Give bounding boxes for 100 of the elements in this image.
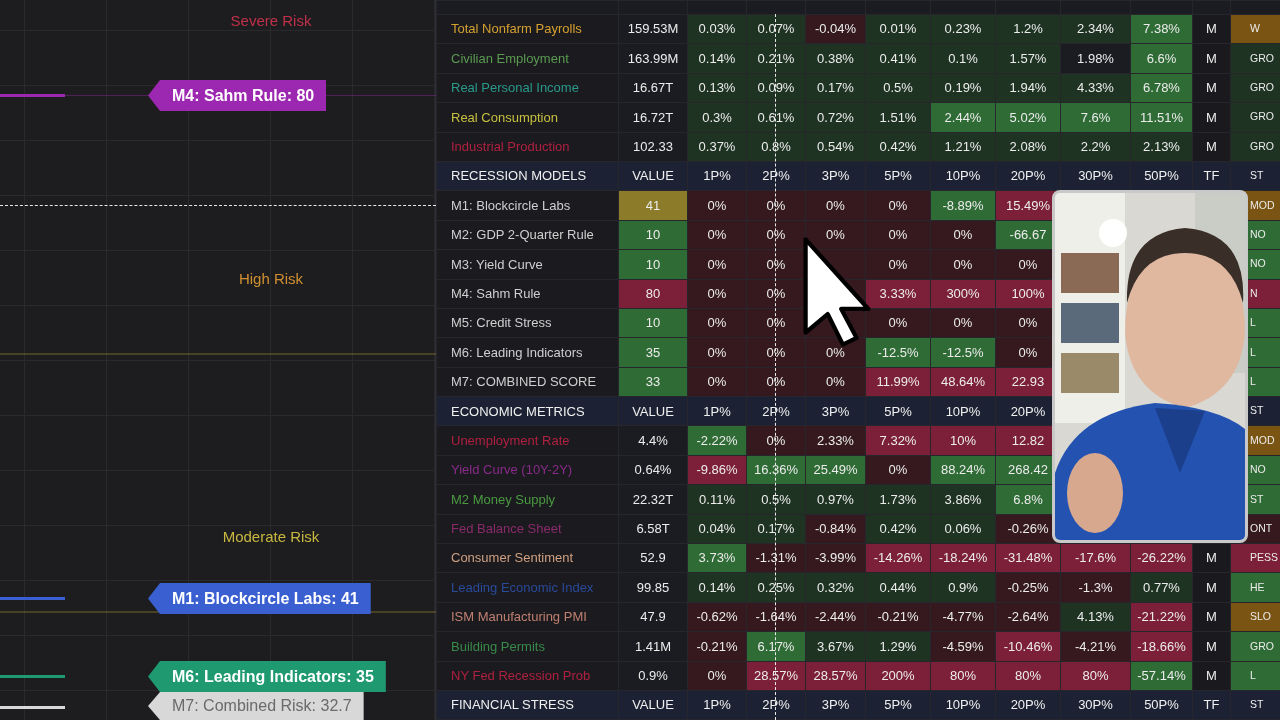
- table-cell: 0.42%: [865, 132, 931, 162]
- table-cell: 1.57%: [995, 43, 1061, 74]
- table-cell: -1.64%: [746, 602, 806, 632]
- row-label: Real Consumption: [436, 102, 619, 133]
- table-cell: 1.41M: [618, 631, 688, 662]
- table-cell: 22.32T: [618, 484, 688, 515]
- column-header: 50P%: [1130, 161, 1193, 191]
- table-cell: 0.9%: [930, 572, 996, 603]
- table-cell: 159.53M: [618, 14, 688, 44]
- table-cell: -0.25%: [995, 572, 1061, 603]
- table-cell: 25.49%: [805, 455, 866, 485]
- table-cell: 28.57%: [805, 661, 866, 691]
- table-cell: -2.44%: [805, 602, 866, 632]
- column-header: 1P%: [687, 161, 747, 191]
- column-header: 2P%: [746, 396, 806, 426]
- table-cell: 1.21%: [930, 132, 996, 162]
- table-cell: 163.99M: [618, 43, 688, 74]
- table-cell: 0.9%: [618, 661, 688, 691]
- table-cell: -31.48%: [995, 543, 1061, 573]
- table-cell: 0.11%: [687, 484, 747, 515]
- table-cell: 0.21%: [746, 43, 806, 74]
- row-label: NY Fed Recession Prob: [436, 661, 619, 691]
- table-cell: 6.78%: [1130, 73, 1193, 103]
- table-cell: 5.02%: [995, 102, 1061, 133]
- table-cell: -18.24%: [930, 543, 996, 573]
- table-cell: -4.21%: [1060, 631, 1131, 662]
- table-cell: 28.57%: [746, 661, 806, 691]
- row-label: M2: GDP 2-Quarter Rule: [436, 220, 619, 250]
- table-cell: -26.22%: [1130, 543, 1193, 573]
- column-header: 20P%: [995, 690, 1061, 720]
- row-label: Real Personal Income: [436, 73, 619, 103]
- table-cell: 0%: [865, 455, 931, 485]
- table-cell: 47.9: [618, 602, 688, 632]
- table-cell: 2.08%: [995, 132, 1061, 162]
- row-label: Fed Balance Sheet: [436, 514, 619, 544]
- table-cell: -12.5%: [865, 337, 931, 368]
- column-header: 30P%: [1060, 690, 1131, 720]
- table-cell: 10: [618, 249, 688, 279]
- table-cell: 80%: [995, 661, 1061, 691]
- table-cell: 200%: [865, 661, 931, 691]
- table-cell: 99.85: [618, 572, 688, 603]
- row-label: Consumer Sentiment: [436, 543, 619, 573]
- table-cell: 3.73%: [687, 543, 747, 573]
- table-cell: 0.06%: [930, 514, 996, 544]
- section-header: ECONOMIC METRICS: [436, 396, 619, 426]
- row-label: M6: Leading Indicators: [436, 337, 619, 368]
- column-header: VALUE: [618, 396, 688, 426]
- table-cell: 0%: [746, 190, 806, 221]
- table-cell: -2.64%: [995, 602, 1061, 632]
- table-cell: 0%: [930, 249, 996, 279]
- table-cell: -4.77%: [930, 602, 996, 632]
- section-header: FINANCIAL STRESS: [436, 690, 619, 720]
- table-cell: 16.67T: [618, 73, 688, 103]
- column-header: 1P%: [687, 396, 747, 426]
- table-cell: -14.26%: [865, 543, 931, 573]
- table-cell: 1.98%: [1060, 43, 1131, 74]
- row-label: M1: Blockcircle Labs: [436, 190, 619, 221]
- row-label: Building Permits: [436, 631, 619, 662]
- series-line: [0, 706, 65, 709]
- price-tag: M4: Sahm Rule: 80: [148, 80, 327, 111]
- table-cell: 0.09%: [746, 73, 806, 103]
- table-cell: 0%: [930, 308, 996, 338]
- column-header: 5P%: [865, 396, 931, 426]
- table-cell: -57.14%: [1130, 661, 1193, 691]
- table-cell: 0%: [687, 249, 747, 279]
- table-cell: 4.33%: [1060, 73, 1131, 103]
- price-tag: M1: Blockcircle Labs: 41: [148, 583, 371, 614]
- table-cell: 0%: [930, 220, 996, 250]
- table-cell: 0%: [687, 337, 747, 368]
- series-line: [0, 94, 65, 97]
- table-cell: 0.25%: [746, 572, 806, 603]
- row-label: M3: Yield Curve: [436, 249, 619, 279]
- table-cell: 0.04%: [687, 514, 747, 544]
- table-cell: 0.38%: [805, 43, 866, 74]
- table-cell: 48.64%: [930, 367, 996, 397]
- table-cell: -0.21%: [687, 631, 747, 662]
- table-cell: 35: [618, 337, 688, 368]
- table-cell: 0.19%: [930, 73, 996, 103]
- table-cell: -18.66%: [1130, 631, 1193, 662]
- table-cell: 0%: [865, 220, 931, 250]
- table-cell: 7.6%: [1060, 102, 1131, 133]
- table-cell: -12.5%: [930, 337, 996, 368]
- column-header: 30P%: [1060, 161, 1131, 191]
- table-cell: 0.42%: [865, 514, 931, 544]
- table-cell: -21.22%: [1130, 602, 1193, 632]
- table-cell: 2.44%: [930, 102, 996, 133]
- table-cell: 3.33%: [865, 279, 931, 309]
- table-cell: 0%: [687, 367, 747, 397]
- table-cell: 6.6%: [1130, 43, 1193, 74]
- table-cell: -2.22%: [687, 425, 747, 456]
- table-cell: 2.33%: [805, 425, 866, 456]
- table-cell: -3.99%: [805, 543, 866, 573]
- row-label: Industrial Production: [436, 132, 619, 162]
- row-label: Civilian Employment: [436, 43, 619, 74]
- column-header: 1P%: [687, 690, 747, 720]
- column-header: 2P%: [746, 161, 806, 191]
- table-cell: 4.13%: [1060, 602, 1131, 632]
- row-label: Total Nonfarm Payrolls: [436, 14, 619, 44]
- table-cell: 80%: [1060, 661, 1131, 691]
- table-cell: 0.44%: [865, 572, 931, 603]
